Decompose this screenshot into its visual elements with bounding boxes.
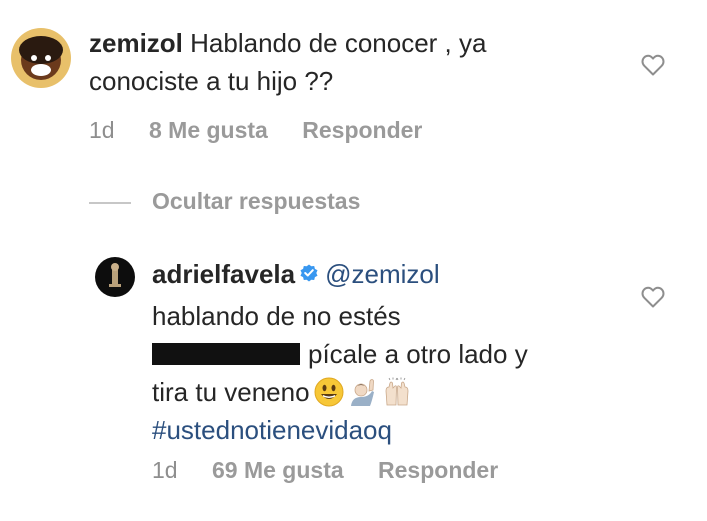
reply-mention[interactable]: @zemizol xyxy=(325,259,440,289)
reply-body: adrielfavela @zemizol hablando de no esté… xyxy=(152,255,622,449)
reply-like-button[interactable] xyxy=(641,286,665,308)
raising-hands-emoji xyxy=(382,377,412,407)
redacted-text xyxy=(152,343,300,366)
hide-replies-label: Ocultar respuestas xyxy=(152,188,361,214)
heart-outline-icon xyxy=(641,54,665,76)
reply-reply-button[interactable]: Responder xyxy=(378,457,498,483)
reply-text-line2: pícale a otro lado y xyxy=(308,339,528,370)
comment-text-line2: conociste a tu hijo ?? xyxy=(89,66,334,96)
verified-badge-icon xyxy=(299,255,319,293)
smiling-face-emoji xyxy=(314,377,344,407)
comment-text-line1: Hablando de conocer , ya xyxy=(190,28,487,58)
reply-text-line1: hablando de no estés xyxy=(152,301,401,332)
like-button[interactable] xyxy=(641,54,665,76)
avatar-adrielfavela[interactable] xyxy=(95,257,135,297)
heart-outline-icon xyxy=(641,286,665,308)
hide-replies-button[interactable]: Ocultar respuestas xyxy=(152,188,360,215)
reply-text-line3: tira tu veneno xyxy=(152,377,310,408)
comment-time: 1d xyxy=(89,117,115,143)
reply-likes[interactable]: 69 Me gusta xyxy=(212,457,344,483)
comment-body: zemizol Hablando de conocer , ya conocis… xyxy=(89,24,609,100)
reply-username[interactable]: adrielfavela xyxy=(152,259,295,289)
reply-button[interactable]: Responder xyxy=(302,117,422,143)
comment-likes[interactable]: 8 Me gusta xyxy=(149,117,268,143)
replies-divider xyxy=(89,202,131,204)
comment-username[interactable]: zemizol xyxy=(89,28,183,58)
reply-meta: 1d 69 Me gusta Responder xyxy=(152,457,592,484)
comment-meta: 1d 8 Me gusta Responder xyxy=(89,117,509,144)
reply-hashtag[interactable]: #ustednotienevidaoq xyxy=(152,415,392,445)
avatar-zemizol[interactable] xyxy=(11,28,71,88)
reply-time: 1d xyxy=(152,457,178,483)
person-raising-hand-emoji xyxy=(348,377,378,407)
